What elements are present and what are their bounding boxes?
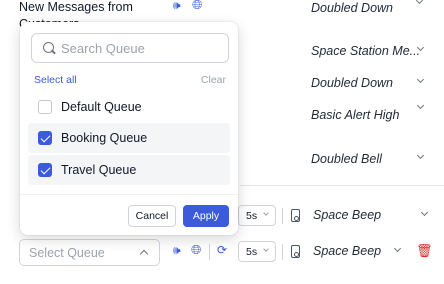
queue-option-label: Booking Queue: [61, 131, 148, 145]
globe-icon[interactable]: 🌐︎: [191, 242, 201, 258]
refresh-icon[interactable]: ⟳: [217, 243, 227, 257]
volume-icon[interactable]: 🕪︎: [173, 0, 181, 13]
sound-select-value[interactable]: Basic Alert High: [311, 108, 399, 122]
sound-select-value[interactable]: Space Beep: [313, 208, 381, 222]
delay-value: 5s: [246, 246, 258, 258]
search-box[interactable]: [31, 33, 229, 63]
sound-select-value[interactable]: Doubled Down: [311, 76, 393, 90]
chevron-down-icon: [263, 210, 269, 216]
delay-select[interactable]: 5s: [238, 241, 276, 262]
volume-icon[interactable]: 🕪︎: [173, 243, 181, 258]
sound-select-value[interactable]: Doubled Down: [311, 1, 393, 15]
sound-select-value[interactable]: Space Beep: [313, 244, 381, 258]
chevron-down-icon: [263, 246, 269, 252]
queue-option-label: Default Queue: [61, 100, 142, 114]
trash-icon[interactable]: 🗑︎: [416, 243, 433, 259]
separator: [209, 244, 210, 260]
queue-select-placeholder: Select Queue: [29, 246, 105, 260]
checkbox[interactable]: [38, 163, 52, 177]
queue-option-booking[interactable]: Booking Queue: [28, 123, 230, 153]
chevron-down-icon[interactable]: [420, 208, 429, 217]
phone-icon[interactable]: [291, 245, 300, 258]
clear-link[interactable]: Clear: [201, 74, 226, 86]
phone-icon[interactable]: [291, 209, 300, 222]
queue-option-travel[interactable]: Travel Queue: [28, 155, 230, 185]
cancel-button[interactable]: Cancel: [128, 205, 176, 227]
checkbox[interactable]: [38, 131, 52, 145]
row-divider: [240, 185, 444, 186]
checkbox[interactable]: [38, 100, 52, 114]
delay-select[interactable]: 5s: [238, 205, 276, 226]
chevron-down-icon[interactable]: [416, 151, 425, 160]
queue-option-default[interactable]: Default Queue: [28, 92, 230, 122]
apply-button[interactable]: Apply: [183, 205, 229, 227]
chevron-down-icon[interactable]: [415, 0, 424, 5]
search-input[interactable]: [61, 40, 211, 56]
queue-select[interactable]: Select Queue: [19, 239, 160, 266]
search-icon: [43, 42, 55, 54]
chevron-down-icon[interactable]: [393, 244, 402, 253]
queue-option-label: Travel Queue: [61, 163, 137, 177]
sound-select-value[interactable]: Space Station Me...: [311, 44, 420, 58]
sound-select-value[interactable]: Doubled Bell: [311, 152, 382, 166]
separator: [282, 244, 283, 260]
panel-divider: [20, 194, 238, 195]
queue-dropdown-panel: Select all Clear Default Queue Booking Q…: [20, 22, 238, 235]
chevron-up-icon: [139, 249, 149, 259]
globe-icon[interactable]: 🌐︎: [192, 0, 202, 13]
chevron-down-icon[interactable]: [416, 101, 425, 110]
select-all-link[interactable]: Select all: [34, 74, 77, 86]
separator: [282, 208, 283, 224]
delay-value: 5s: [246, 210, 258, 222]
chevron-down-icon[interactable]: [416, 75, 425, 84]
